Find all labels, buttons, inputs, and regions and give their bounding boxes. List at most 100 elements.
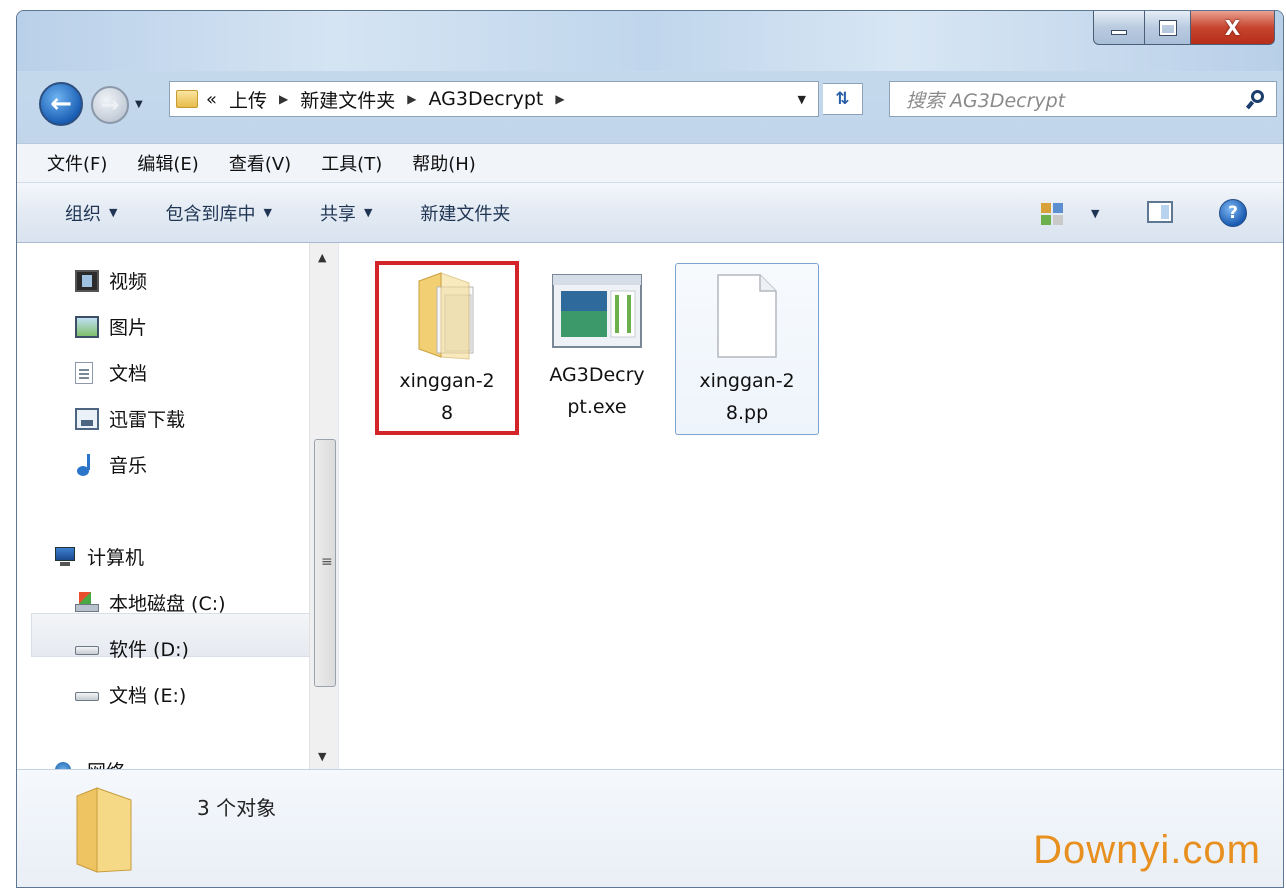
organize-button[interactable]: 组织 ▼ <box>65 200 117 226</box>
share-label: 共享 <box>319 203 356 225</box>
grip-icon: ≡ <box>321 554 333 570</box>
include-in-library-label: 包含到库中 <box>165 203 256 225</box>
scrollbar-thumb[interactable]: ≡ <box>314 439 336 687</box>
sidebar-scrollbar[interactable]: ▲ ≡ ▼ <box>309 243 338 769</box>
back-arrow-icon: ← <box>50 89 72 119</box>
minimize-icon <box>1111 30 1127 35</box>
sidebar-item-thunder-downloads[interactable]: 迅雷下载 <box>75 405 185 432</box>
title-bar[interactable]: X <box>17 11 1283 71</box>
maximize-button[interactable] <box>1145 11 1191 45</box>
music-note-icon <box>75 453 99 476</box>
chevron-down-icon: ▼ <box>363 206 373 219</box>
file-name: AG3Decry pt.exe <box>549 364 645 418</box>
chevron-right-icon[interactable]: ▶ <box>555 92 564 106</box>
menu-edit[interactable]: 编辑(E) <box>137 150 198 176</box>
share-button[interactable]: 共享 ▼ <box>320 200 372 226</box>
chevron-down-icon: ▼ <box>263 206 272 219</box>
file-item-application[interactable]: AG3Decry pt.exe <box>525 261 669 433</box>
breadcrumb-overflow[interactable]: « <box>206 89 217 110</box>
maximize-icon <box>1158 19 1177 36</box>
download-folder-icon <box>75 407 99 430</box>
help-icon[interactable]: ? <box>1219 199 1247 227</box>
window-controls: X <box>1093 11 1275 45</box>
sidebar-item-label: 本地磁盘 (C:) <box>109 593 226 615</box>
sidebar-item-label: 视频 <box>109 271 148 293</box>
search-input[interactable]: 搜索 AG3Decrypt <box>889 81 1277 117</box>
address-history-dropdown[interactable]: ▼ <box>798 93 806 106</box>
sidebar-item-network[interactable]: 网络 <box>53 757 125 769</box>
sidebar-item-computer[interactable]: 计算机 <box>53 543 144 570</box>
folder-icon <box>176 90 198 108</box>
chevron-down-icon: ▼ <box>109 206 118 219</box>
sidebar-item-label: 迅雷下载 <box>109 409 186 431</box>
sidebar-item-label: 音乐 <box>109 455 148 477</box>
forward-arrow-icon: → <box>100 92 120 118</box>
video-library-icon <box>75 269 99 292</box>
search-icon[interactable] <box>1245 90 1266 110</box>
menu-view[interactable]: 查看(V) <box>229 150 291 176</box>
system-drive-icon <box>75 591 99 614</box>
application-window-icon <box>552 274 642 348</box>
new-folder-label: 新建文件夹 <box>420 203 511 225</box>
sidebar-item-label: 文档 <box>109 363 148 385</box>
preview-pane-icon[interactable] <box>1147 201 1173 223</box>
navigation-pane: 视频 图片 文档 迅雷下载 音乐 计算机 本地磁盘 (C:) 软件 (D:) 文… <box>17 243 339 769</box>
recent-locations-dropdown[interactable]: ▼ <box>135 99 143 110</box>
sidebar-item-music[interactable]: 音乐 <box>75 451 147 478</box>
sidebar-item-label: 计算机 <box>87 547 145 569</box>
hard-drive-icon <box>75 638 99 660</box>
sidebar-item-pictures[interactable]: 图片 <box>75 313 147 340</box>
item-count-text: 3 个对象 <box>197 796 277 820</box>
refresh-button[interactable]: ⇅ <box>823 83 863 115</box>
close-icon: X <box>1224 15 1241 40</box>
computer-icon <box>53 546 77 568</box>
breadcrumb-item[interactable]: 上传 <box>229 86 267 113</box>
sidebar-item-documents[interactable]: 文档 <box>75 359 147 386</box>
organize-label: 组织 <box>65 203 101 225</box>
command-toolbar: 组织 ▼ 包含到库中 ▼ 共享 ▼ 新建文件夹 ▼ ? <box>17 183 1283 243</box>
sidebar-item-label: 软件 (D:) <box>109 639 189 661</box>
file-name: xinggan-2 8.pp <box>699 370 795 424</box>
highlight-annotation-box <box>375 261 519 435</box>
sidebar-item-label: 文档 (E:) <box>109 685 187 707</box>
sidebar-item-label: 图片 <box>109 317 148 339</box>
sidebar-item-drive-e[interactable]: 文档 (E:) <box>75 681 186 708</box>
hard-drive-icon <box>75 684 99 706</box>
network-icon <box>53 760 77 769</box>
scroll-down-icon[interactable]: ▼ <box>318 750 326 763</box>
minimize-button[interactable] <box>1093 11 1145 45</box>
sidebar-item-videos[interactable]: 视频 <box>75 267 147 294</box>
chevron-right-icon[interactable]: ▶ <box>407 92 416 106</box>
scroll-up-icon[interactable]: ▲ <box>318 251 326 264</box>
view-options-dropdown[interactable]: ▼ <box>1091 207 1099 220</box>
change-view-icon[interactable] <box>1041 203 1063 225</box>
documents-library-icon <box>75 361 93 384</box>
sidebar-item-drive-d[interactable]: 软件 (D:) <box>75 635 189 662</box>
details-pane: 3 个对象 Downyi.com <box>17 769 1283 887</box>
watermark-logo: Downyi.com <box>1033 828 1261 872</box>
breadcrumb-item[interactable]: 新建文件夹 <box>300 86 395 113</box>
chevron-right-icon[interactable]: ▶ <box>279 92 288 106</box>
menu-file[interactable]: 文件(F) <box>47 150 107 176</box>
menu-tools[interactable]: 工具(T) <box>321 150 382 176</box>
close-button[interactable]: X <box>1191 11 1275 45</box>
forward-button[interactable]: → <box>91 86 129 124</box>
refresh-icon: ⇅ <box>835 89 850 109</box>
include-in-library-button[interactable]: 包含到库中 ▼ <box>165 200 271 226</box>
file-item-document[interactable]: xinggan-2 8.pp <box>675 263 819 435</box>
menu-help[interactable]: 帮助(H) <box>412 150 476 176</box>
explorer-window: X ← → ▼ « 上传 ▶ 新建文件夹 ▶ AG3Decrypt ▶ ▼ ⇅ … <box>16 10 1284 888</box>
file-list-pane[interactable]: xinggan-2 8 AG3Decry pt.exe xinggan-2 8.… <box>339 243 1283 769</box>
breadcrumb: « 上传 ▶ 新建文件夹 ▶ AG3Decrypt ▶ <box>206 86 577 113</box>
menu-bar: 文件(F) 编辑(E) 查看(V) 工具(T) 帮助(H) <box>17 143 1283 183</box>
pictures-library-icon <box>75 315 99 338</box>
sidebar-item-drive-c[interactable]: 本地磁盘 (C:) <box>75 589 226 616</box>
new-folder-button[interactable]: 新建文件夹 <box>420 200 510 226</box>
breadcrumb-item[interactable]: AG3Decrypt <box>429 88 544 110</box>
back-button[interactable]: ← <box>39 82 83 126</box>
blank-file-icon <box>717 274 777 358</box>
navigation-row: ← → ▼ « 上传 ▶ 新建文件夹 ▶ AG3Decrypt ▶ ▼ ⇅ 搜索… <box>17 77 1283 127</box>
folder-icon <box>76 787 132 873</box>
address-bar[interactable]: « 上传 ▶ 新建文件夹 ▶ AG3Decrypt ▶ ▼ <box>169 81 819 117</box>
search-placeholder: 搜索 AG3Decrypt <box>906 89 1066 112</box>
